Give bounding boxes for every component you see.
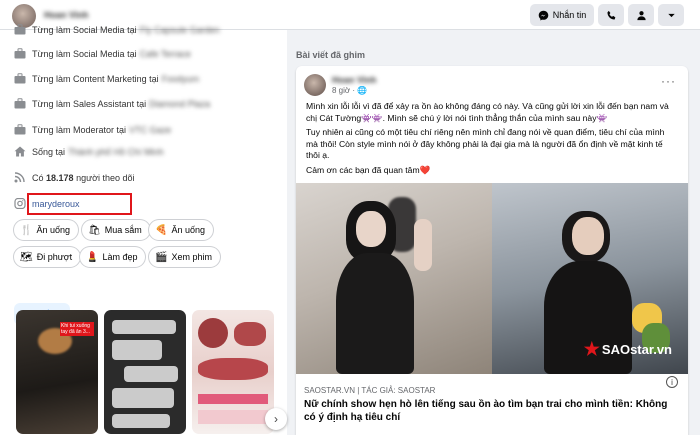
- film-icon: 🎬: [155, 251, 168, 263]
- followers-count[interactable]: 18.178: [46, 173, 74, 183]
- black-dress-shape: [336, 253, 414, 374]
- hobby-chip-an-uong[interactable]: 🍴 Ăn uống: [14, 220, 78, 240]
- price-banner: [198, 394, 268, 404]
- hobby-chip-mua-sam[interactable]: 🛍 Mua sắm: [82, 220, 150, 240]
- post-timestamp[interactable]: 8 giờ · 🌐: [332, 86, 367, 95]
- saostar-watermark: ★ SAOstar.vn: [583, 339, 672, 359]
- friend-options-button[interactable]: [628, 4, 654, 26]
- hobby-chip-an-uong-2[interactable]: 🍕 Ăn uống: [149, 220, 213, 240]
- briefcase-icon: [14, 73, 26, 84]
- message-button[interactable]: Nhắn tin: [530, 4, 594, 26]
- star-icon: ★: [583, 339, 600, 359]
- link-source: SAOSTAR.VN | TÁC GIẢ: SAOSTAR: [304, 386, 436, 395]
- product-shape: [198, 318, 228, 348]
- intro-item-work-5: Từng làm Moderator tại VTC Gaze: [14, 124, 171, 135]
- arm-shape: [414, 219, 432, 271]
- fork-knife-icon: 🍴: [20, 224, 33, 236]
- briefcase-icon: [14, 24, 26, 35]
- photo-left-panel: [296, 183, 492, 374]
- lips-shape: [198, 358, 268, 380]
- message-button-label: Nhắn tin: [552, 10, 587, 20]
- rss-icon: [14, 172, 26, 183]
- person-icon: [636, 10, 646, 20]
- messenger-icon: [538, 10, 549, 21]
- pinned-posts-heading: Bài viết đã ghim: [296, 50, 366, 60]
- briefcase-icon: [14, 124, 26, 135]
- post-more-options-button[interactable]: ···: [661, 74, 676, 88]
- intro-item-followers: Có 18.178 người theo dõi: [14, 172, 135, 183]
- info-icon[interactable]: i: [666, 376, 678, 388]
- next-photos-button[interactable]: ›: [265, 408, 287, 430]
- intro-item-work-3: Từng làm Content Marketing tại Foodyum: [14, 73, 199, 84]
- chat-bubble: [112, 414, 170, 428]
- briefcase-icon: [14, 48, 26, 59]
- chat-bubble: [112, 340, 162, 360]
- featured-photo-3[interactable]: [192, 310, 274, 434]
- instagram-icon: [14, 198, 26, 209]
- hobby-chip-di-phuot[interactable]: 🗺 Đi phượt: [14, 247, 81, 267]
- intro-item-work-1: Từng làm Social Media tại Fly Capsule Gar…: [14, 24, 220, 35]
- more-options-button[interactable]: [658, 4, 684, 26]
- post-author-name[interactable]: Hoan Vinh: [332, 75, 376, 85]
- hobby-chip-xem-phim[interactable]: 🎬 Xem phim: [149, 247, 220, 267]
- shopping-bags-icon: 🛍: [88, 224, 101, 236]
- chat-bubble: [124, 366, 178, 382]
- post-text-paragraph-1: Mình xin lỗi lỗi vì đã để xảy ra ồn ào k…: [306, 101, 669, 123]
- featured-photo-2[interactable]: [104, 310, 186, 434]
- intro-item-work-4: Từng làm Sales Assistant tại Diamond Plaz…: [14, 98, 210, 109]
- briefcase-icon: [14, 98, 26, 109]
- home-icon: [14, 146, 26, 157]
- price-banner: [198, 410, 268, 424]
- post-shared-image[interactable]: ★ SAOstar.vn: [296, 183, 688, 374]
- intro-item-instagram: maryderoux: [14, 198, 80, 209]
- chat-bubble: [112, 320, 176, 334]
- link-headline[interactable]: Nữ chính show hẹn hò lên tiếng sau ồn ào…: [304, 398, 674, 424]
- chat-bubble: [112, 388, 174, 408]
- pizza-icon: 🍕: [155, 224, 168, 236]
- featured-photo-1[interactable]: Khi tui xuống tay đã ăn 3...: [16, 310, 98, 434]
- face-shape: [572, 217, 604, 255]
- pinned-post-card: Hoan Vinh 8 giờ · 🌐 ··· Mình xin lỗi lỗi…: [296, 66, 688, 435]
- intro-item-lives-in: Sống tại Thành phố Hồ Chí Minh: [14, 146, 164, 157]
- lips-shape: [234, 322, 266, 346]
- profile-name[interactable]: Hoan Vinh: [44, 10, 88, 20]
- intro-panel: Từng làm Social Media tại Fly Capsule Gar…: [0, 24, 287, 435]
- chevron-down-icon: [667, 13, 675, 17]
- map-icon: 🗺: [20, 251, 33, 263]
- post-text-paragraph-2: Tuy nhiên ai cũng có một tiêu chí riêng …: [306, 127, 665, 160]
- post-author-avatar[interactable]: [304, 74, 326, 96]
- photo-overlay-text: Khi tui xuống tay đã ăn 3...: [60, 322, 94, 336]
- call-button[interactable]: [598, 4, 624, 26]
- phone-icon: [606, 10, 615, 20]
- chevron-right-icon: ›: [274, 412, 278, 426]
- face-shape: [356, 211, 386, 247]
- instagram-link[interactable]: maryderoux: [32, 199, 80, 209]
- intro-item-work-2: Từng làm Social Media tại Cafe Terrace: [14, 48, 191, 59]
- hobby-chip-lam-dep[interactable]: 💄 Làm đẹp: [80, 247, 146, 267]
- globe-icon: 🌐: [357, 86, 368, 95]
- post-text-paragraph-3: Cảm ơn các bạn đã quan tâm❤️: [306, 165, 431, 175]
- lipstick-icon: 💄: [86, 251, 99, 263]
